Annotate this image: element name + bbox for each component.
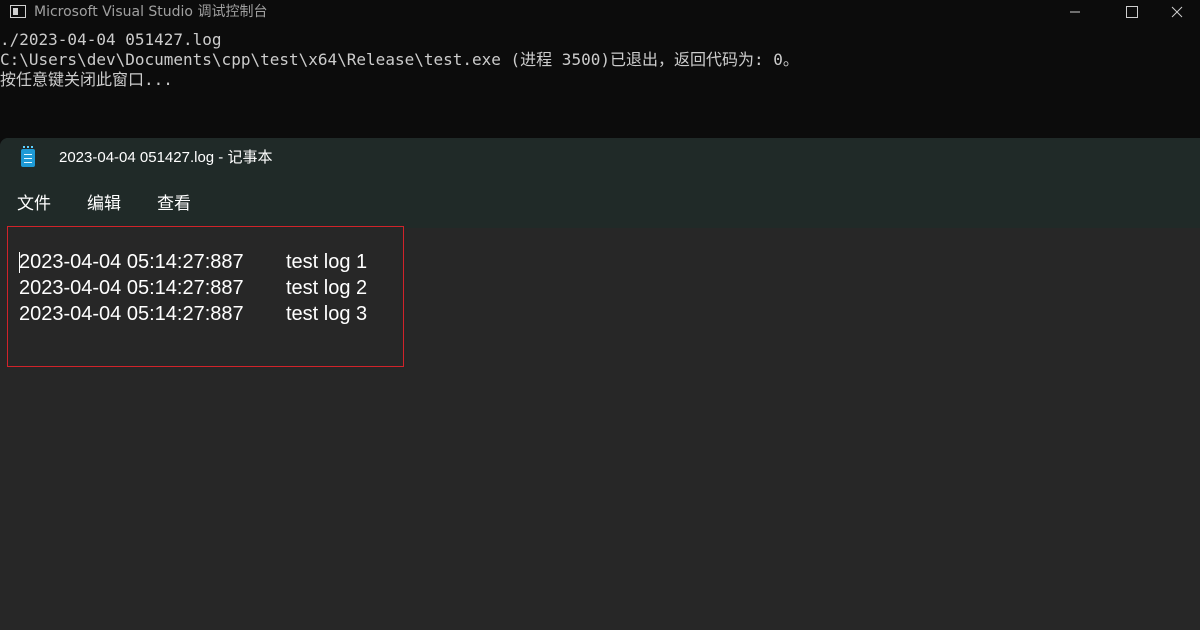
- log-message: test log 2: [286, 277, 368, 299]
- log-timestamp: 2023-04-04 05:14:27:887: [19, 251, 244, 273]
- menu-edit[interactable]: 编辑: [87, 194, 121, 214]
- console-window: Microsoft Visual Studio 调试控制台 ./2023-04-…: [0, 0, 1200, 140]
- menu-view[interactable]: 查看: [157, 194, 191, 214]
- log-line: 2023-04-04 05:14:27:887 test log 1: [19, 249, 367, 275]
- console-output[interactable]: ./2023-04-04 051427.log C:\Users\dev\Doc…: [0, 30, 1200, 90]
- notepad-window-title: 2023-04-04 051427.log - 记事本: [59, 149, 273, 166]
- notepad-text-area[interactable]: 2023-04-04 05:14:27:887 test log 1 2023-0…: [0, 228, 1200, 630]
- notepad-icon: [21, 146, 35, 167]
- log-line: 2023-04-04 05:14:27:887 test log 3: [19, 301, 367, 327]
- minimize-button[interactable]: [1052, 0, 1098, 24]
- notepad-menubar: 文件 编辑 查看: [0, 180, 1200, 228]
- close-icon: [1171, 6, 1183, 18]
- log-message: test log 3: [286, 303, 368, 325]
- console-titlebar[interactable]: Microsoft Visual Studio 调试控制台: [0, 0, 1200, 24]
- menu-file[interactable]: 文件: [17, 194, 51, 214]
- close-button[interactable]: [1154, 0, 1200, 24]
- minimize-icon: [1070, 11, 1080, 13]
- maximize-icon: [1126, 6, 1138, 18]
- log-timestamp: 2023-04-04 05:14:27:887: [19, 303, 244, 325]
- maximize-button[interactable]: [1109, 0, 1155, 24]
- notepad-window: 2023-04-04 051427.log - 记事本 文件 编辑 查看 202…: [0, 138, 1200, 630]
- log-line: 2023-04-04 05:14:27:887 test log 2: [19, 275, 367, 301]
- console-line-press-any-key: 按任意键关闭此窗口...: [0, 70, 173, 89]
- notepad-titlebar[interactable]: 2023-04-04 051427.log - 记事本: [0, 138, 1200, 180]
- console-line-exit-status: C:\Users\dev\Documents\cpp\test\x64\Rele…: [0, 50, 799, 69]
- console-window-title: Microsoft Visual Studio 调试控制台: [34, 4, 268, 20]
- log-content: 2023-04-04 05:14:27:887 test log 1 2023-0…: [19, 249, 367, 327]
- console-app-icon: [10, 5, 26, 18]
- console-line-log-path: ./2023-04-04 051427.log: [0, 30, 222, 49]
- log-timestamp: 2023-04-04 05:14:27:887: [19, 277, 244, 299]
- log-message: test log 1: [286, 251, 368, 273]
